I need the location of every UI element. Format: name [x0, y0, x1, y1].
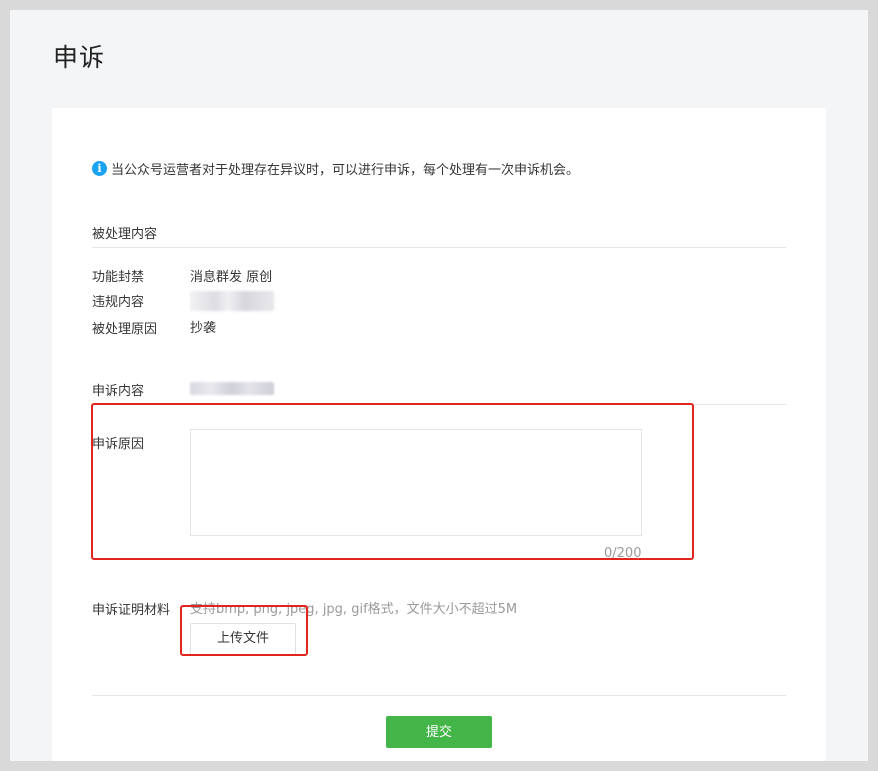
handled-reason-label: 被处理原因 — [92, 322, 158, 337]
page-title: 申诉 — [53, 43, 106, 72]
divider — [92, 695, 786, 696]
appeal-proof-hint: 支持bmp, png, jpeg, jpg, gif格式，文件大小不超过5M — [190, 602, 518, 617]
handled-content-section-title: 被处理内容 — [92, 227, 158, 242]
violation-content-value-blurred — [190, 291, 274, 311]
info-icon: i — [92, 161, 107, 176]
submit-button[interactable]: 提交 — [386, 716, 492, 748]
notice-text: 当公众号运营者对于处理存在异议时，可以进行申诉，每个处理有一次申诉机会。 — [111, 163, 580, 178]
divider — [92, 247, 786, 248]
upload-file-button[interactable]: 上传文件 — [190, 623, 296, 655]
page: 申诉 i 当公众号运营者对于处理存在异议时，可以进行申诉，每个处理有一次申诉机会… — [10, 10, 868, 761]
feature-ban-value: 消息群发 原创 — [190, 270, 273, 285]
appeal-reason-counter: 0/200 — [604, 546, 642, 561]
appeal-content-value-blurred — [190, 382, 274, 395]
feature-ban-label: 功能封禁 — [92, 270, 145, 285]
appeal-content-section-title: 申诉内容 — [92, 384, 145, 399]
appeal-reason-label: 申诉原因 — [92, 437, 145, 452]
notice-banner: i 当公众号运营者对于处理存在异议时，可以进行申诉，每个处理有一次申诉机会。 — [92, 159, 579, 178]
violation-content-label: 违规内容 — [92, 295, 145, 310]
handled-reason-value: 抄袭 — [190, 321, 217, 336]
appeal-proof-label: 申诉证明材料 — [92, 603, 171, 618]
divider — [92, 404, 786, 405]
appeal-card: i 当公众号运营者对于处理存在异议时，可以进行申诉，每个处理有一次申诉机会。 被… — [52, 108, 826, 761]
appeal-reason-textarea[interactable] — [190, 429, 642, 536]
